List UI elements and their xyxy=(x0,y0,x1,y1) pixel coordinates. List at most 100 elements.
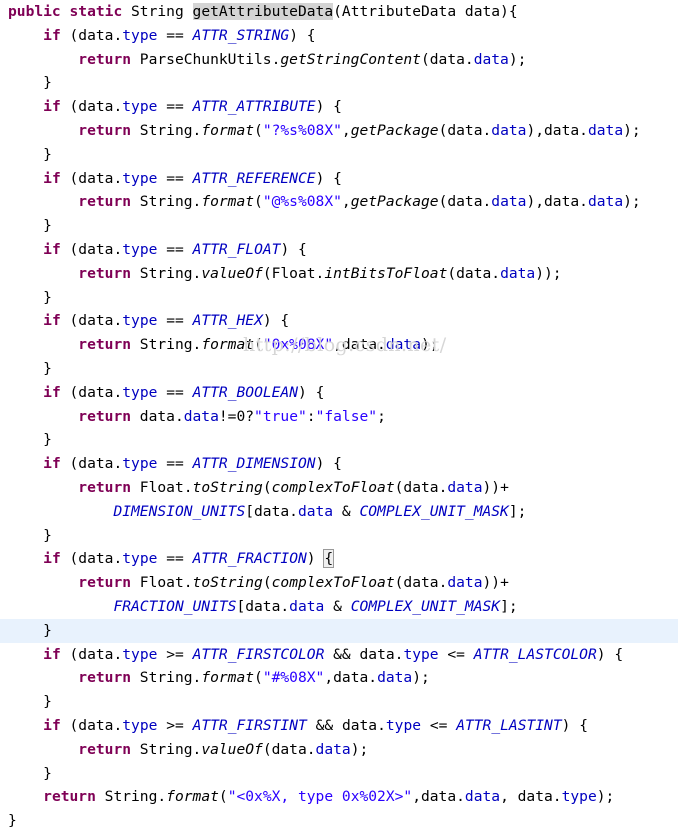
code-token: ) { xyxy=(262,312,290,330)
code-token: String. xyxy=(131,121,202,139)
code-token: ParseChunkUtils. xyxy=(131,50,281,68)
code-token: (data. xyxy=(262,740,316,758)
code-token: (data. xyxy=(60,716,123,734)
code-token: && data. xyxy=(324,645,404,663)
code-token: >= xyxy=(157,645,193,663)
code-token: COMPLEX_UNIT_MASK xyxy=(350,597,501,615)
code-token: >= xyxy=(157,716,193,734)
source-code-content[interactable]: public static String getAttributeData(At… xyxy=(0,0,686,829)
code-line[interactable]: } xyxy=(0,618,678,643)
code-line[interactable]: } xyxy=(0,286,686,310)
code-token: Float. xyxy=(131,478,193,496)
code-token: format xyxy=(201,121,255,139)
code-token: <= xyxy=(438,645,474,663)
code-line[interactable]: if (data.type == ATTR_HEX) { xyxy=(0,309,686,333)
code-token: if xyxy=(43,550,61,568)
code-token: complexToFloat xyxy=(271,478,395,496)
code-token: "0x%08X" xyxy=(262,336,334,354)
code-token: == xyxy=(157,455,193,473)
code-line[interactable]: } xyxy=(0,71,686,95)
code-token: return xyxy=(78,574,132,592)
code-token: (data. xyxy=(438,121,492,139)
code-token: (data. xyxy=(394,574,448,592)
code-line[interactable]: if (data.type >= ATTR_FIRSTCOLOR && data… xyxy=(0,643,686,667)
code-line[interactable]: return String.format("#%08X",data.data); xyxy=(0,666,686,690)
code-line[interactable]: return Float.toString(complexToFloat(dat… xyxy=(0,571,686,595)
code-token: String. xyxy=(131,336,202,354)
code-line[interactable]: return ParseChunkUtils.getStringContent(… xyxy=(0,48,686,72)
code-token: (data. xyxy=(60,312,123,330)
code-token: return xyxy=(78,121,132,139)
code-line[interactable]: } xyxy=(0,809,686,833)
code-token: } xyxy=(8,431,52,449)
code-token: ; xyxy=(377,407,386,425)
code-token: ( xyxy=(254,121,263,139)
code-token: (data. xyxy=(60,645,123,663)
code-token: String. xyxy=(95,788,167,806)
code-line[interactable]: FRACTION_UNITS[data.data & COMPLEX_UNIT_… xyxy=(0,595,686,619)
code-token: (data. xyxy=(447,264,501,282)
code-line[interactable]: return String.format("0x%08X",data.data)… xyxy=(0,333,686,357)
code-line[interactable]: } xyxy=(0,690,686,714)
code-line[interactable]: return Float.toString(complexToFloat(dat… xyxy=(0,476,686,500)
code-token: } xyxy=(8,217,52,235)
code-line[interactable]: if (data.type >= ATTR_FIRSTINT && data.t… xyxy=(0,714,686,738)
code-line[interactable]: if (data.type == ATTR_FLOAT) { xyxy=(0,238,686,262)
code-token: ); xyxy=(596,788,615,806)
code-token: valueOf xyxy=(201,740,263,758)
code-token: type xyxy=(122,716,158,734)
code-token: == xyxy=(157,240,193,258)
code-token: "#%08X" xyxy=(262,669,325,687)
code-token: type xyxy=(403,645,439,663)
code-line[interactable]: if (data.type == ATTR_REFERENCE) { xyxy=(0,167,686,191)
code-token: , xyxy=(341,121,351,139)
code-editor-viewport[interactable]: public static String getAttributeData(At… xyxy=(0,0,686,829)
code-line[interactable]: return String.valueOf(data.data); xyxy=(0,738,686,762)
code-token: type xyxy=(122,98,158,116)
code-token: data xyxy=(473,50,509,68)
code-line[interactable]: if (data.type == ATTR_STRING) { xyxy=(0,24,686,48)
code-token: data xyxy=(447,574,483,592)
code-token: return xyxy=(78,740,132,758)
code-line[interactable]: return String.valueOf(Float.intBitsToFlo… xyxy=(0,262,686,286)
code-token: type xyxy=(385,716,422,734)
code-line[interactable]: DIMENSION_UNITS[data.data & COMPLEX_UNIT… xyxy=(0,500,686,524)
code-token: ) { xyxy=(289,26,316,44)
code-token: FRACTION_UNITS xyxy=(113,597,237,615)
code-line[interactable]: } xyxy=(0,428,686,452)
code-token: format xyxy=(201,669,255,687)
code-token: getAttributeData xyxy=(192,3,334,20)
code-line[interactable]: } xyxy=(0,143,686,167)
code-token: ),data. xyxy=(526,121,588,139)
code-line[interactable]: } xyxy=(0,214,686,238)
code-line[interactable]: } xyxy=(0,357,686,381)
code-token: ); xyxy=(623,193,641,211)
code-token: : xyxy=(306,407,316,425)
code-line[interactable]: return String.format("<0x%X, type 0x%02X… xyxy=(0,785,686,809)
code-line[interactable]: return String.format("@%s%08X",getPackag… xyxy=(0,190,686,214)
code-token: valueOf xyxy=(201,264,263,282)
code-line[interactable]: if (data.type == ATTR_DIMENSION) { xyxy=(0,452,686,476)
code-line[interactable]: } xyxy=(0,524,686,548)
code-token: if xyxy=(43,240,61,258)
code-line[interactable]: if (data.type == ATTR_ATTRIBUTE) { xyxy=(0,95,686,119)
code-token: ),data. xyxy=(526,193,588,211)
code-line[interactable]: return String.format("?%s%08X",getPackag… xyxy=(0,119,686,143)
code-token: if xyxy=(43,645,61,663)
code-token: ATTR_LASTCOLOR xyxy=(473,645,597,663)
code-token: data xyxy=(500,264,536,282)
code-token: type xyxy=(122,26,158,44)
code-line[interactable]: } xyxy=(0,762,686,786)
code-line[interactable]: if (data.type == ATTR_FRACTION) { xyxy=(0,547,686,571)
code-line[interactable]: if (data.type == ATTR_BOOLEAN) { xyxy=(0,381,686,405)
code-line[interactable]: public static String getAttributeData(At… xyxy=(0,0,686,24)
code-line[interactable]: return data.data!=0?"true":"false"; xyxy=(0,405,686,429)
